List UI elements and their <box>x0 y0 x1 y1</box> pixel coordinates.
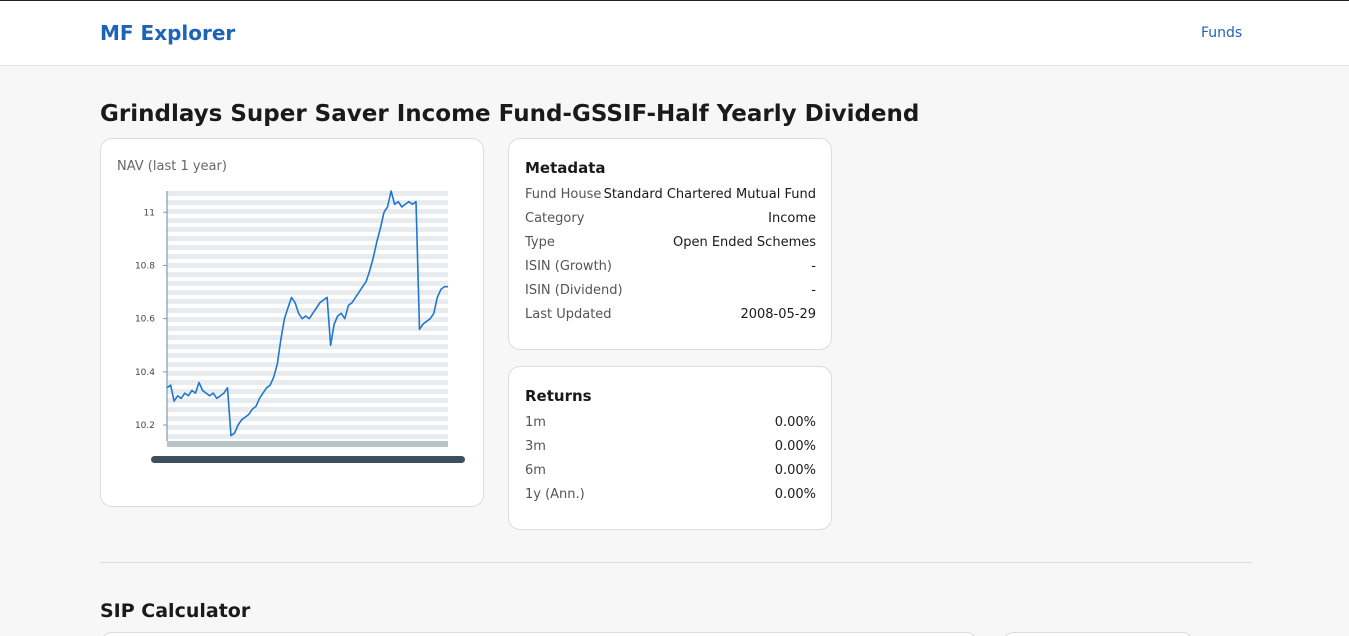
metadata-row-isin-dividend: ISIN (Dividend) - <box>525 283 816 303</box>
metadata-key: Last Updated <box>525 307 612 322</box>
metadata-key: Category <box>525 211 585 226</box>
metadata-card: Metadata Fund House Standard Chartered M… <box>508 138 832 350</box>
metadata-key: Fund House <box>525 187 602 202</box>
grid-band <box>167 389 448 394</box>
returns-title: Returns <box>525 387 592 405</box>
y-tick-label: 10.4 <box>135 368 155 378</box>
grid-band <box>167 191 448 196</box>
returns-row-1y-ann: 1y (Ann.) 0.00% <box>525 487 816 507</box>
metadata-value: 2008-05-29 <box>740 307 816 322</box>
metadata-value: - <box>811 283 816 298</box>
metadata-row-fund-house: Fund House Standard Chartered Mutual Fun… <box>525 187 816 207</box>
returns-row-6m: 6m 0.00% <box>525 463 816 483</box>
section-divider <box>100 562 1252 563</box>
y-tick-label: 10.6 <box>135 315 155 325</box>
returns-key: 1m <box>525 415 546 430</box>
grid-band <box>167 416 448 421</box>
grid-band <box>167 263 448 268</box>
grid-band <box>167 407 448 412</box>
metadata-row-last-updated: Last Updated 2008-05-29 <box>525 307 816 327</box>
grid-band <box>167 299 448 304</box>
grid-band <box>167 380 448 385</box>
metadata-key: ISIN (Growth) <box>525 259 612 274</box>
grid-band <box>167 209 448 214</box>
returns-key: 3m <box>525 439 546 454</box>
sip-calculator-title: SIP Calculator <box>100 600 251 622</box>
y-tick-label: 11 <box>144 208 155 218</box>
grid-band <box>167 254 448 259</box>
metadata-value: Income <box>768 211 816 226</box>
chart-scrollbar <box>151 456 465 463</box>
y-tick-label: 10.2 <box>135 421 155 431</box>
y-tick-label: 10.8 <box>135 261 155 271</box>
metadata-key: ISIN (Dividend) <box>525 283 623 298</box>
nav-chart: 10.2 10.4 10.6 10.8 11 <box>135 190 465 463</box>
returns-value: 0.00% <box>774 415 816 430</box>
grid-band <box>167 335 448 340</box>
grid-band <box>167 227 448 232</box>
grid-band <box>167 362 448 367</box>
metadata-value: Standard Chartered Mutual Fund <box>603 187 816 202</box>
grid-band <box>167 308 448 313</box>
metadata-row-category: Category Income <box>525 211 816 231</box>
brand-logo[interactable]: MF Explorer <box>100 21 235 45</box>
grid-band <box>167 281 448 286</box>
sip-form-card <box>100 632 978 636</box>
metadata-row-type: Type Open Ended Schemes <box>525 235 816 255</box>
returns-value: 0.00% <box>774 439 816 454</box>
sip-result-card <box>1002 632 1194 636</box>
returns-card: Returns 1m 0.00% 3m 0.00% 6m 0.00% 1y (A… <box>508 366 832 530</box>
metadata-title: Metadata <box>525 159 606 177</box>
grid-band <box>167 425 448 430</box>
metadata-key: Type <box>525 235 555 250</box>
grid-band <box>167 245 448 250</box>
grid-band <box>167 272 448 277</box>
metadata-value: - <box>811 259 816 274</box>
metadata-value: Open Ended Schemes <box>672 235 816 250</box>
nav-link-funds[interactable]: Funds <box>1201 25 1242 41</box>
returns-row-1m: 1m 0.00% <box>525 415 816 435</box>
grid-band <box>167 218 448 223</box>
page-title: Grindlays Super Saver Income Fund-GSSIF-… <box>100 101 920 127</box>
returns-key: 6m <box>525 463 546 478</box>
returns-row-3m: 3m 0.00% <box>525 439 816 459</box>
grid-band <box>167 371 448 376</box>
x-axis-band <box>167 441 448 447</box>
returns-key: 1y (Ann.) <box>525 487 585 502</box>
grid-band <box>167 344 448 349</box>
top-navbar: MF Explorer Funds <box>0 1 1349 66</box>
grid-band <box>167 236 448 241</box>
nav-chart-card: NAV (last 1 year) 10.2 10.4 10.6 10.8 11 <box>100 138 484 507</box>
returns-value: 0.00% <box>774 463 816 478</box>
grid-band <box>167 398 448 403</box>
grid-band <box>167 434 448 439</box>
metadata-row-isin-growth: ISIN (Growth) - <box>525 259 816 279</box>
grid-band <box>167 353 448 358</box>
returns-value: 0.00% <box>774 487 816 502</box>
grid-band <box>167 290 448 295</box>
grid-band <box>167 326 448 331</box>
